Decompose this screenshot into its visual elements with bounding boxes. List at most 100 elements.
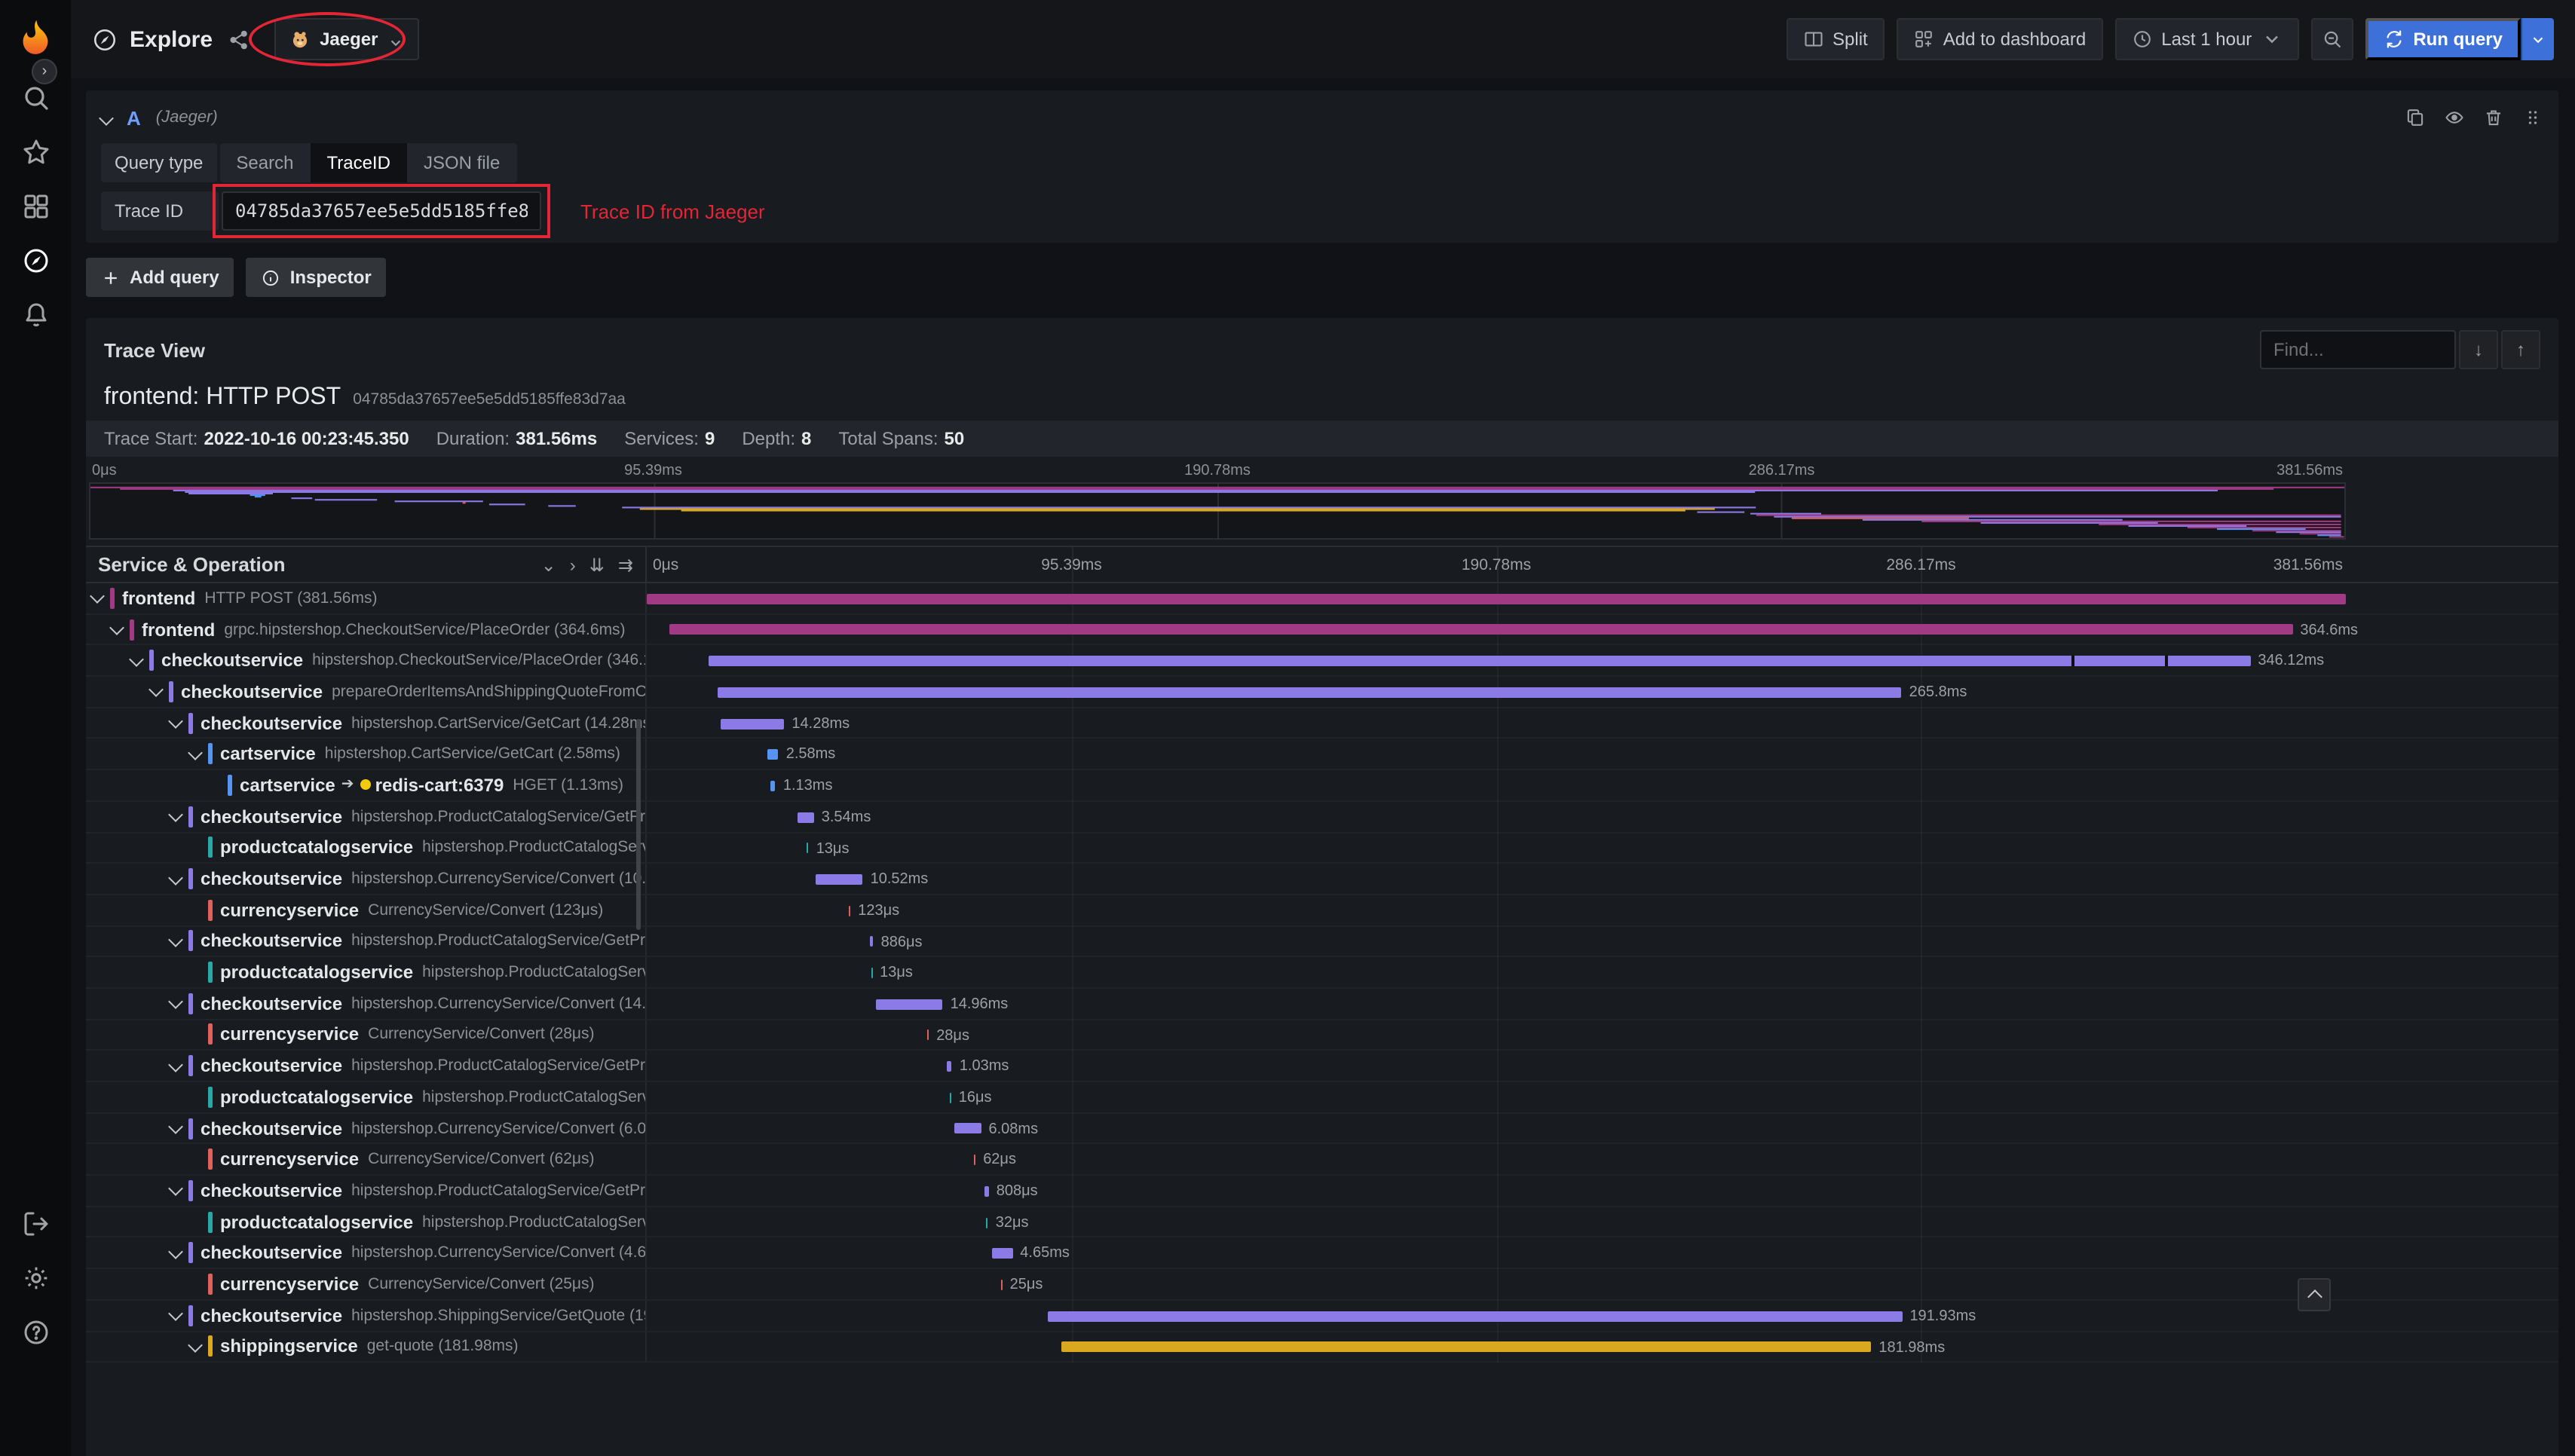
span-bar[interactable] [1061, 1341, 1872, 1353]
span-row[interactable]: checkoutservice hipstershop.ProductCatalo… [86, 926, 2558, 958]
share-icon[interactable] [228, 28, 250, 50]
span-row[interactable]: checkoutservice hipstershop.CurrencyServi… [86, 1113, 2558, 1145]
span-bar[interactable] [718, 687, 1902, 698]
span-row[interactable]: currencyservice CurrencyService/Convert (… [86, 1269, 2558, 1301]
span-bar[interactable] [647, 593, 2346, 604]
span-bar[interactable] [871, 968, 873, 979]
chevron-down-icon[interactable] [168, 1306, 183, 1322]
column-scrollbar[interactable] [636, 719, 641, 930]
explore-nav-icon[interactable] [20, 246, 51, 276]
span-bar[interactable] [984, 1185, 989, 1197]
span-bar[interactable] [767, 749, 779, 760]
add-to-dashboard-button[interactable]: Add to dashboard [1896, 18, 2103, 60]
span-row[interactable]: currencyservice CurrencyService/Convert (… [86, 895, 2558, 927]
chevron-down-icon[interactable] [90, 589, 105, 604]
span-bar[interactable] [954, 1123, 981, 1134]
drag-grip-icon[interactable] [2522, 107, 2543, 128]
span-row[interactable]: currencyservice CurrencyService/Convert (… [86, 1020, 2558, 1051]
sign-in-icon[interactable] [20, 1209, 51, 1239]
span-row[interactable]: checkoutservice hipstershop.ProductCatalo… [86, 801, 2558, 833]
span-bar[interactable] [849, 905, 851, 916]
span-bar[interactable] [927, 1029, 929, 1041]
help-icon[interactable] [20, 1317, 51, 1347]
trace-id-input[interactable] [222, 191, 541, 231]
chevron-down-icon[interactable] [188, 745, 203, 760]
span-row[interactable]: cartservice ➔ redis-cart:6379 HGET (1.13ms)… [86, 770, 2558, 802]
tab-json-file[interactable]: JSON file [407, 143, 516, 182]
span-bar[interactable] [986, 1217, 988, 1228]
span-bar[interactable] [807, 843, 809, 854]
chevron-down-icon[interactable] [99, 110, 114, 125]
span-row[interactable]: checkoutservice hipstershop.ProductCatalo… [86, 1051, 2558, 1082]
span-bar[interactable] [669, 624, 2293, 635]
add-query-button[interactable]: Add query [86, 258, 234, 297]
span-row[interactable]: currencyservice CurrencyService/Convert (… [86, 1144, 2558, 1176]
chevron-down-icon[interactable] [168, 1119, 183, 1134]
remove-query-trash-icon[interactable] [2483, 107, 2504, 128]
search-icon[interactable] [20, 83, 51, 113]
chevron-down-icon[interactable] [188, 1337, 203, 1353]
span-bar[interactable] [974, 1155, 976, 1166]
scroll-to-top-button[interactable] [2298, 1278, 2331, 1311]
span-row[interactable]: checkoutservice hipstershop.CartService/G… [86, 708, 2558, 739]
span-bar[interactable] [798, 812, 814, 823]
zoom-out-button[interactable] [2310, 18, 2353, 60]
span-bar[interactable] [947, 1061, 952, 1072]
run-query-dropdown[interactable] [2521, 18, 2554, 60]
settings-gear-icon[interactable] [20, 1263, 51, 1293]
chevron-down-icon[interactable] [148, 682, 164, 698]
span-bar[interactable] [991, 1248, 1013, 1259]
span-bar[interactable] [770, 780, 776, 791]
expand-one-icon[interactable]: › [570, 555, 576, 574]
span-row[interactable]: checkoutservice hipstershop.CurrencyServi… [86, 988, 2558, 1020]
span-row[interactable]: checkoutservice hipstershop.CurrencyServi… [86, 1237, 2558, 1270]
datasource-picker[interactable]: Jaeger [274, 18, 419, 60]
span-row[interactable]: checkoutservice hipstershop.ProductCatalo… [86, 1176, 2558, 1207]
chevron-down-icon[interactable] [168, 1181, 183, 1197]
span-bar[interactable] [816, 873, 863, 885]
span-bar[interactable] [876, 999, 943, 1010]
chevron-down-icon[interactable] [168, 931, 183, 947]
span-row[interactable]: checkoutservice hipstershop.CheckoutServi… [86, 645, 2558, 678]
span-row[interactable]: checkoutservice hipstershop.CurrencyServi… [86, 864, 2558, 895]
split-button[interactable]: Split [1786, 18, 1885, 60]
dashboards-icon[interactable] [20, 191, 51, 222]
chevron-down-icon[interactable] [168, 807, 183, 823]
find-prev-button[interactable]: ↑ [2501, 330, 2540, 369]
collapse-all-icon[interactable]: ⇊ [589, 555, 605, 574]
span-bar[interactable] [709, 656, 2251, 667]
collapse-one-icon[interactable]: ⌄ [541, 555, 556, 574]
hide-query-eye-icon[interactable] [2444, 107, 2465, 128]
alerting-bell-icon[interactable] [20, 300, 51, 330]
inspector-button[interactable]: Inspector [246, 258, 387, 297]
chevron-down-icon[interactable] [168, 714, 183, 730]
tab-traceid[interactable]: TraceID [310, 143, 407, 182]
span-row[interactable]: frontend HTTP POST (381.56ms) [86, 583, 2558, 615]
span-bar[interactable] [1000, 1279, 1003, 1290]
expand-all-icon[interactable]: ⇉ [618, 555, 633, 574]
sidebar-expand-button[interactable]: › [32, 59, 57, 84]
span-bar[interactable] [721, 718, 785, 730]
grafana-logo[interactable] [15, 18, 56, 59]
chevron-down-icon[interactable] [109, 620, 124, 635]
find-next-button[interactable]: ↓ [2459, 330, 2498, 369]
span-row[interactable]: productcatalogservice hipstershop.Product… [86, 1082, 2558, 1114]
run-query-button[interactable]: Run query [2365, 18, 2521, 60]
span-row[interactable]: productcatalogservice hipstershop.Product… [86, 957, 2558, 989]
chevron-down-icon[interactable] [168, 870, 183, 885]
span-row[interactable]: checkoutservice hipstershop.ShippingServi… [86, 1300, 2558, 1332]
span-row[interactable]: shippingservice get-quote (181.98ms) 181.9… [86, 1332, 2558, 1363]
span-row[interactable]: productcatalogservice hipstershop.Product… [86, 833, 2558, 864]
chevron-down-icon[interactable] [168, 1057, 183, 1072]
chevron-down-icon[interactable] [129, 651, 144, 667]
duplicate-query-icon[interactable] [2405, 107, 2426, 128]
span-bar[interactable] [1047, 1311, 1903, 1322]
span-row[interactable]: checkoutservice prepareOrderItemsAndShipp… [86, 677, 2558, 708]
starred-icon[interactable] [20, 137, 51, 167]
span-row[interactable]: frontend grpc.hipstershop.CheckoutService… [86, 614, 2558, 646]
span-bar[interactable] [949, 1092, 951, 1103]
span-bar[interactable] [869, 936, 874, 947]
span-row[interactable]: productcatalogservice hipstershop.Product… [86, 1207, 2558, 1238]
minimap-canvas[interactable] [89, 482, 2346, 540]
find-input[interactable] [2260, 330, 2456, 369]
